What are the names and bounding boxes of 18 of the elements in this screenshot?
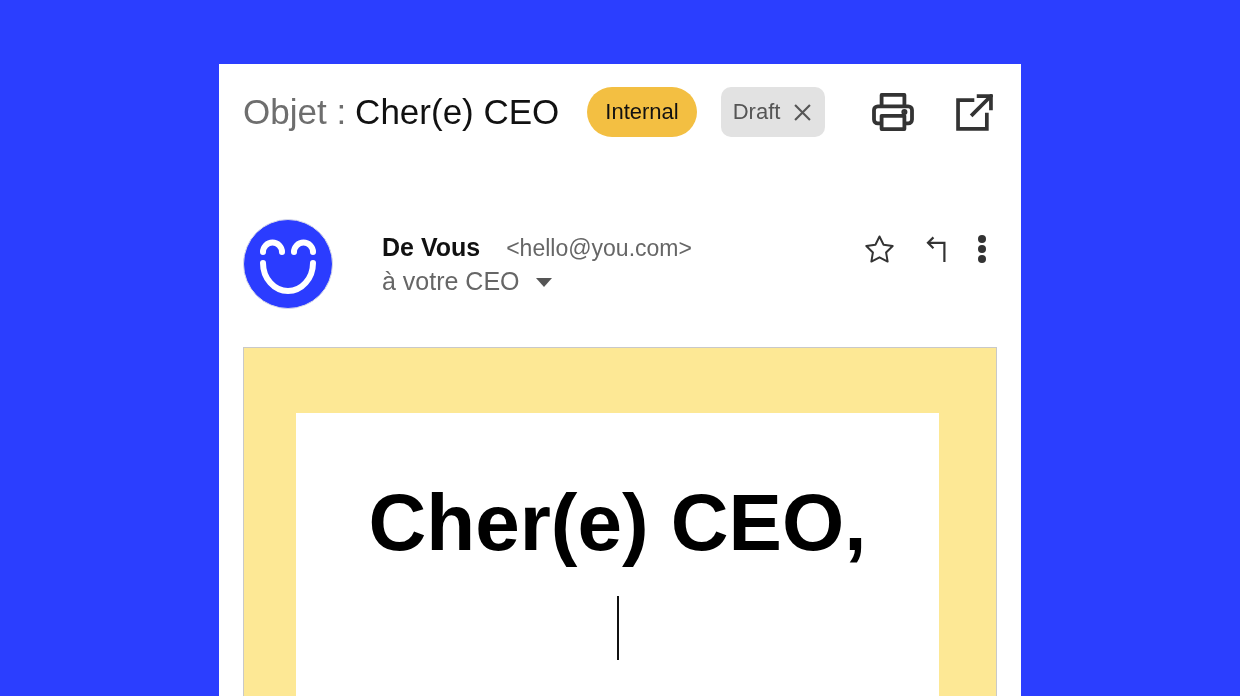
reply-arrow-icon[interactable]	[925, 236, 946, 262]
external-link-icon[interactable]	[956, 93, 993, 131]
recipient-text: à votre CEO	[382, 266, 520, 296]
star-icon[interactable]	[865, 235, 894, 263]
smiley-avatar-icon	[243, 219, 333, 309]
tag: Internal	[587, 87, 697, 137]
tag[interactable]: Draft	[720, 87, 826, 137]
close-icon[interactable]	[794, 103, 812, 121]
letter-editor[interactable]: Cher(e) CEO,	[296, 413, 939, 696]
subject-text: Cher(e) CEO	[355, 92, 560, 132]
greeting-text: Cher(e) CEO,	[368, 477, 867, 569]
subject-label: Objet :	[243, 92, 347, 132]
printer-icon[interactable]	[872, 93, 914, 131]
text-cursor-icon	[616, 596, 619, 660]
sender-name: De Vous	[382, 233, 481, 262]
sender-email: <hello@you.com>	[506, 235, 692, 262]
caret-down-icon[interactable]	[535, 277, 552, 287]
kebab-menu-icon[interactable]	[977, 235, 987, 263]
